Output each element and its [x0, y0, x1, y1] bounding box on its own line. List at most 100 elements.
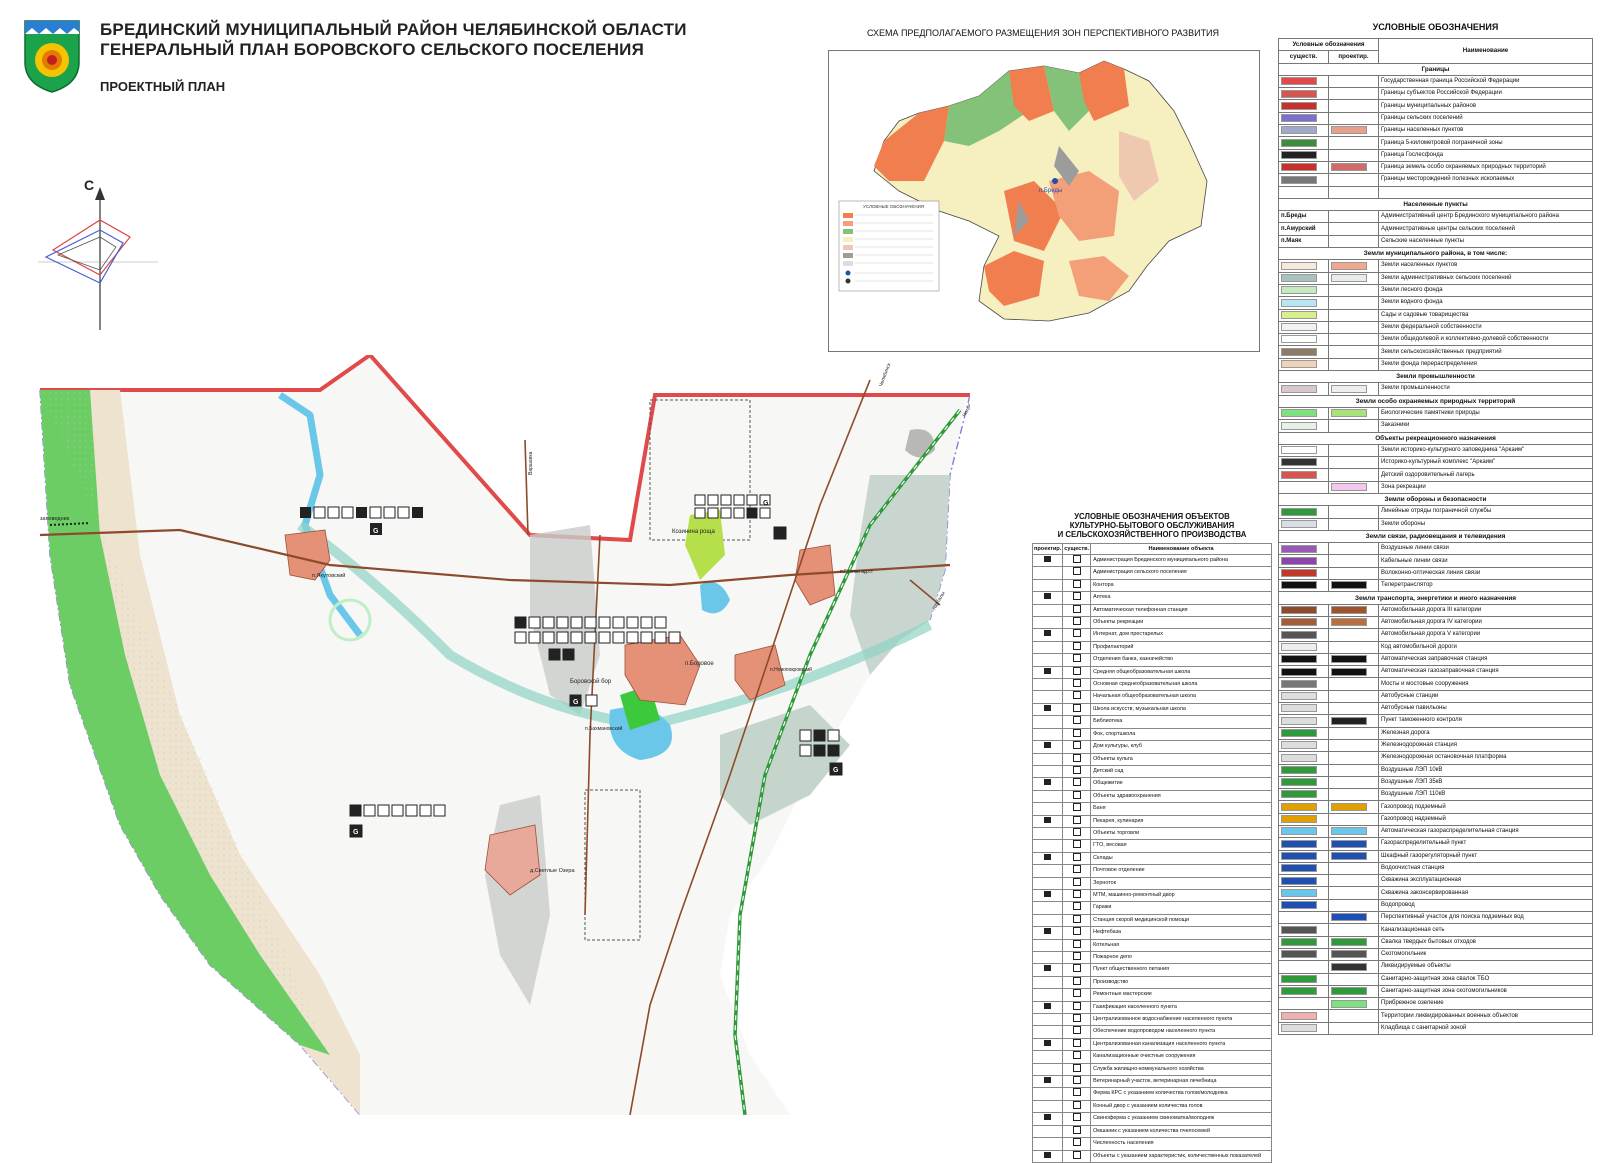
legend-project-swatch: [1328, 640, 1379, 654]
legend-label: Мосты и мостовые сооружения: [1378, 677, 1593, 691]
legend-existing-swatch: [1278, 320, 1329, 335]
legend-existing-swatch: [1278, 984, 1329, 999]
legend-existing-swatch: [1278, 788, 1329, 802]
legend-row: Пункт таможенного контроля: [1278, 714, 1593, 728]
existing-symbol-icon: [1062, 950, 1092, 965]
project-symbol-icon: [1031, 578, 1064, 593]
legend-label: Кабельные линии связи: [1378, 554, 1593, 568]
legend-label: Телеретранслятор: [1378, 579, 1593, 593]
legend-row: Детский оздоровительный лагерь: [1278, 468, 1593, 482]
legend-row: п.Маяк Сельские населенные пункты: [1278, 234, 1593, 249]
facility-legend-row: Котельная: [1031, 938, 1272, 953]
place-label-kozina-rosha: Козинина роща: [672, 529, 715, 535]
facility-legend-label: Пожарное депо: [1090, 950, 1272, 965]
legend-existing-swatch: [1278, 579, 1329, 593]
facility-legend-label: Интернат, дом престарелых: [1090, 628, 1272, 642]
existing-symbol-icon: [1062, 603, 1092, 618]
facility-legend-title-2: КУЛЬТУРНО-БЫТОВОГО ОБСЛУЖИВАНИЯ: [1069, 521, 1235, 530]
legend-existing-swatch: [1278, 947, 1329, 962]
legend-row: Воздушные ЛЭП 10кВ: [1278, 763, 1593, 777]
facility-legend-title-1: УСЛОВНЫЕ ОБОЗНАЧЕНИЯ ОБЪЕКТОВ: [1074, 512, 1230, 521]
existing-symbol-icon: [1062, 591, 1092, 605]
legend-section-row: Земли обороны и безопасности: [1278, 492, 1593, 507]
legend-project-swatch: [1328, 775, 1379, 790]
existing-symbol-icon: [1062, 678, 1092, 692]
facility-legend-label: ГТО, весовая: [1090, 839, 1272, 853]
facility-legend-row: Общежитие: [1031, 777, 1272, 791]
facility-legend-row: Склады: [1031, 851, 1272, 866]
legend-existing-swatch: [1278, 382, 1329, 396]
legend-project-swatch: [1328, 111, 1379, 126]
legend-existing-swatch: [1278, 271, 1329, 285]
project-symbol-icon: [1031, 1124, 1064, 1139]
legend-label: Земли сельскохозяйственных предприятий: [1378, 345, 1593, 359]
project-symbol-icon: [1031, 814, 1064, 828]
legend-project-swatch: [1328, 443, 1379, 458]
facility-legend-label: Баня: [1090, 802, 1272, 816]
legend-project-swatch: [1328, 345, 1379, 359]
legend-label: Заказники: [1378, 419, 1593, 433]
legend-section-row: Населенные пункты: [1278, 197, 1593, 212]
legend-existing-swatch: [1278, 1021, 1329, 1036]
legend-label: Газораспределительный пункт: [1378, 837, 1593, 851]
legend-label: Автомобильная дорога III категории: [1378, 603, 1593, 617]
legend-project-swatch: [1328, 837, 1379, 851]
facility-legend-label: Ферма КРС с указанием количества голов/м…: [1090, 1087, 1272, 1101]
legend-project-swatch: [1328, 603, 1379, 617]
legend-project-swatch: [1328, 615, 1379, 630]
existing-symbol-icon: [1062, 888, 1092, 903]
main-plan-map: п.Якутовский Козинина роща п.Боровое Бор…: [39, 355, 970, 1115]
legend-label: Железнодорожная остановочная платформа: [1378, 751, 1593, 765]
land-use-legend: УСЛОВНЫЕ ОБОЗНАЧЕНИЯ Условные обозначени…: [1278, 22, 1593, 1036]
existing-symbol-icon: [1062, 616, 1092, 630]
project-symbol-icon: [1031, 1075, 1064, 1089]
legend-project-swatch: [1328, 136, 1379, 150]
existing-symbol-icon: [1062, 727, 1092, 742]
legend-row: п.Амурский Административные центры сельск…: [1278, 222, 1593, 236]
legend-existing-swatch: [1278, 628, 1329, 642]
existing-symbol-icon: [1062, 913, 1092, 928]
legend-label: Граница 5-километровой пограничной зоны: [1378, 136, 1593, 150]
project-symbol-icon: [1031, 963, 1064, 977]
legend-project-swatch: [1328, 296, 1379, 310]
legend-project-swatch: [1328, 566, 1379, 581]
legend-row: Кабельные линии связи: [1278, 554, 1593, 568]
legend-existing-swatch: [1278, 308, 1329, 322]
legend-row: Газопровод надземный: [1278, 812, 1593, 827]
facility-legend-label: Ветеринарный участок, ветеринарная лечеб…: [1090, 1075, 1272, 1089]
legend-row: Земли обороны: [1278, 517, 1593, 531]
existing-symbol-icon: [1062, 640, 1092, 655]
facility-legend-row: Конный двор с указанием количества голов: [1031, 1099, 1272, 1114]
legend-label: Скотомогильник: [1378, 947, 1593, 962]
legend-label: Газопровод подземный: [1378, 800, 1593, 814]
facility-legend-row: Библиотека: [1031, 715, 1272, 729]
legend-project-swatch: [1328, 874, 1379, 888]
legend-label: Железная дорога: [1378, 726, 1593, 740]
facility-legend-row: Пожарное депо: [1031, 950, 1272, 965]
legend-existing-swatch: [1278, 345, 1329, 359]
project-symbol-icon: [1031, 764, 1064, 779]
facility-legend-row: Служба жилищно-коммунального хозяйства: [1031, 1062, 1272, 1077]
legend-existing-swatch: [1278, 923, 1329, 937]
project-symbol-icon: [1031, 988, 1064, 1002]
legend-row: Ликвидируемые объекты: [1278, 960, 1593, 974]
legend-row: Воздушные ЛЭП 110кВ: [1278, 788, 1593, 802]
legend-label: Граница земель особо охраняемых природны…: [1378, 160, 1593, 175]
facility-legend-label: Основная среднеобразовательная школа: [1090, 678, 1272, 692]
legend-existing-swatch: [1278, 333, 1329, 347]
legend-label: Земли общедолевой и коллективно-долевой …: [1378, 333, 1593, 347]
legend-row: Воздушные ЛЭП 35кВ: [1278, 775, 1593, 790]
title-line-2: ГЕНЕРАЛЬНЫЙ ПЛАН БОРОВСКОГО СЕЛЬСКОГО ПО…: [100, 40, 645, 59]
legend-row: Автомобильная дорога III категории: [1278, 603, 1593, 617]
gas-code-east: G: [833, 767, 839, 774]
legend-project-swatch: [1328, 702, 1379, 716]
place-label-zapovednik: заповедник: [40, 516, 70, 522]
project-symbol-icon: [1031, 1087, 1064, 1101]
legend-row: Граница Гослесфонда: [1278, 148, 1593, 162]
legend-label: Автоматическая газораспределительная ста…: [1378, 824, 1593, 839]
existing-symbol-icon: [1062, 802, 1092, 816]
legend-label: Детский оздоровительный лагерь: [1378, 468, 1593, 482]
legend-project-swatch: [1328, 517, 1379, 531]
legend-row: Скважина эксплуатационная: [1278, 874, 1593, 888]
legend-label: Шкафный газорегуляторный пункт: [1378, 849, 1593, 863]
